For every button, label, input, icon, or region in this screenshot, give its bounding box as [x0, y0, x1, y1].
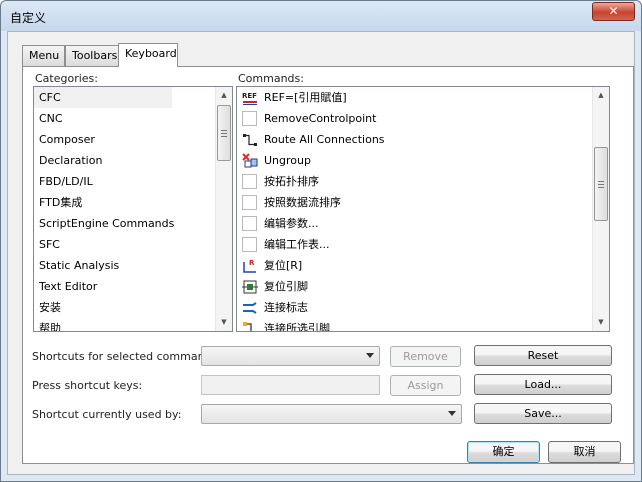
categories-scrollbar[interactable]: ▲ ▼ [215, 87, 232, 331]
command-label: 编辑工作表... [264, 238, 330, 251]
blank-icon [242, 174, 257, 189]
command-item[interactable]: Route All Connections [237, 129, 609, 150]
category-item[interactable]: Text Editor [34, 276, 232, 297]
commands-items: REF REF=[引用賦值] RemoveControlpoint Route All… [237, 87, 609, 332]
scroll-thumb[interactable] [217, 105, 231, 161]
command-item[interactable]: 编辑工作表... [237, 234, 609, 255]
command-item[interactable]: 连接标志 [237, 297, 609, 318]
commands-label: Commands: [238, 72, 304, 85]
load-button[interactable]: Load... [474, 374, 612, 395]
command-label: Route All Connections [264, 133, 385, 146]
route-connections-icon [242, 132, 258, 148]
shortcuts-selected-label: Shortcuts for selected command: [32, 350, 216, 363]
tab-toolbars[interactable]: Toolbars [65, 45, 119, 66]
title-bar[interactable]: 自定义 ✕ [1, 1, 641, 31]
scroll-down-icon[interactable]: ▼ [216, 314, 232, 331]
command-label: 按拓扑排序 [264, 175, 319, 188]
keyboard-tab-panel: Categories: Commands: CFC CNC Composer Decl… [22, 66, 634, 464]
command-label: 复位引脚 [264, 280, 308, 293]
category-item[interactable]: 帮助 [34, 318, 232, 331]
command-label: 按照数据流排序 [264, 196, 341, 209]
blank-icon [242, 195, 257, 210]
tab-menu-label: Menu [29, 49, 60, 62]
tab-toolbars-label: Toolbars [72, 49, 118, 62]
command-item[interactable]: 按拓扑排序 [237, 171, 609, 192]
category-item[interactable]: FBD/LD/IL [34, 171, 232, 192]
command-item[interactable]: R 复位[R] [237, 255, 609, 276]
command-item[interactable]: 按照数据流排序 [237, 192, 609, 213]
reset-button[interactable]: Reset [474, 345, 612, 366]
scroll-up-icon[interactable]: ▲ [593, 87, 609, 104]
cancel-button[interactable]: 取消 [548, 441, 621, 463]
reset-pin-icon [242, 279, 258, 295]
tab-keyboard[interactable]: Keyboard [118, 43, 178, 67]
blank-icon [242, 111, 257, 126]
ungroup-icon [242, 153, 258, 169]
command-label: RemoveControlpoint [264, 112, 377, 125]
connection-mark-icon [242, 300, 258, 316]
shortcut-keys-input[interactable] [201, 375, 380, 395]
chevron-down-icon [448, 411, 456, 416]
command-label: 编辑参数... [264, 217, 319, 230]
category-item[interactable]: SFC [34, 234, 232, 255]
ref-assign-icon: REF [242, 90, 258, 106]
command-item[interactable]: 复位引脚 [237, 276, 609, 297]
shortcut-used-by-label: Shortcut currently used by: [32, 408, 182, 421]
close-icon: ✕ [608, 4, 619, 18]
category-item[interactable]: Declaration [34, 150, 232, 171]
blank-icon [242, 216, 257, 231]
assign-button[interactable]: Assign [390, 375, 461, 396]
svg-text:REF: REF [242, 92, 257, 100]
customize-dialog: 自定义 ✕ Menu Toolbars Keyboard Categories:… [0, 0, 642, 482]
command-item[interactable]: REF REF=[引用賦值] [237, 87, 609, 108]
command-label: 复位[R] [264, 259, 303, 272]
save-button[interactable]: Save... [474, 403, 612, 424]
command-item[interactable]: RemoveControlpoint [237, 108, 609, 129]
close-button[interactable]: ✕ [592, 2, 635, 21]
press-shortcut-label: Press shortcut keys: [32, 379, 143, 392]
tab-menu[interactable]: Menu [22, 45, 65, 66]
category-item[interactable]: CNC [34, 108, 232, 129]
chevron-down-icon [366, 353, 374, 358]
commands-list[interactable]: REF REF=[引用賦值] RemoveControlpoint Route All… [236, 86, 610, 332]
command-label: REF=[引用賦值] [264, 91, 347, 104]
category-item[interactable]: Composer [34, 129, 232, 150]
command-item[interactable]: 连接所选引脚 [237, 318, 609, 332]
categories-list[interactable]: CFC CNC Composer Declaration FBD/LD/IL FTD集成 S… [33, 86, 233, 332]
scroll-thumb[interactable] [594, 147, 608, 221]
categories-items: CFC CNC Composer Declaration FBD/LD/IL FTD集成 S… [34, 87, 232, 331]
svg-text:R: R [249, 259, 255, 267]
commands-scrollbar[interactable]: ▲ ▼ [592, 87, 609, 331]
connect-selected-pins-icon [242, 321, 258, 331]
shortcut-used-by-combo[interactable] [201, 404, 462, 424]
command-label: Ungroup [264, 154, 311, 167]
remove-button[interactable]: Remove [390, 346, 461, 367]
scroll-up-icon[interactable]: ▲ [216, 87, 232, 104]
dialog-client-area: Menu Toolbars Keyboard Categories: Comma… [7, 31, 635, 475]
ok-button[interactable]: 确定 [467, 441, 540, 463]
command-item[interactable]: Ungroup [237, 150, 609, 171]
category-item[interactable]: CFC [34, 87, 172, 108]
category-item[interactable]: FTD集成 [34, 192, 232, 213]
scroll-down-icon[interactable]: ▼ [593, 314, 609, 331]
category-item[interactable]: ScriptEngine Commands [34, 213, 232, 234]
command-label: 连接所选引脚 [264, 322, 330, 332]
tab-keyboard-label: Keyboard [125, 47, 177, 60]
category-item[interactable]: 安装 [34, 297, 232, 318]
command-label: 连接标志 [264, 301, 308, 314]
categories-label: Categories: [35, 72, 98, 85]
command-item[interactable]: 编辑参数... [237, 213, 609, 234]
window-title: 自定义 [10, 11, 47, 25]
category-item[interactable]: Static Analysis [34, 255, 232, 276]
reset-r-icon: R [242, 258, 258, 274]
blank-icon [242, 237, 257, 252]
shortcuts-selected-combo[interactable] [201, 346, 380, 366]
